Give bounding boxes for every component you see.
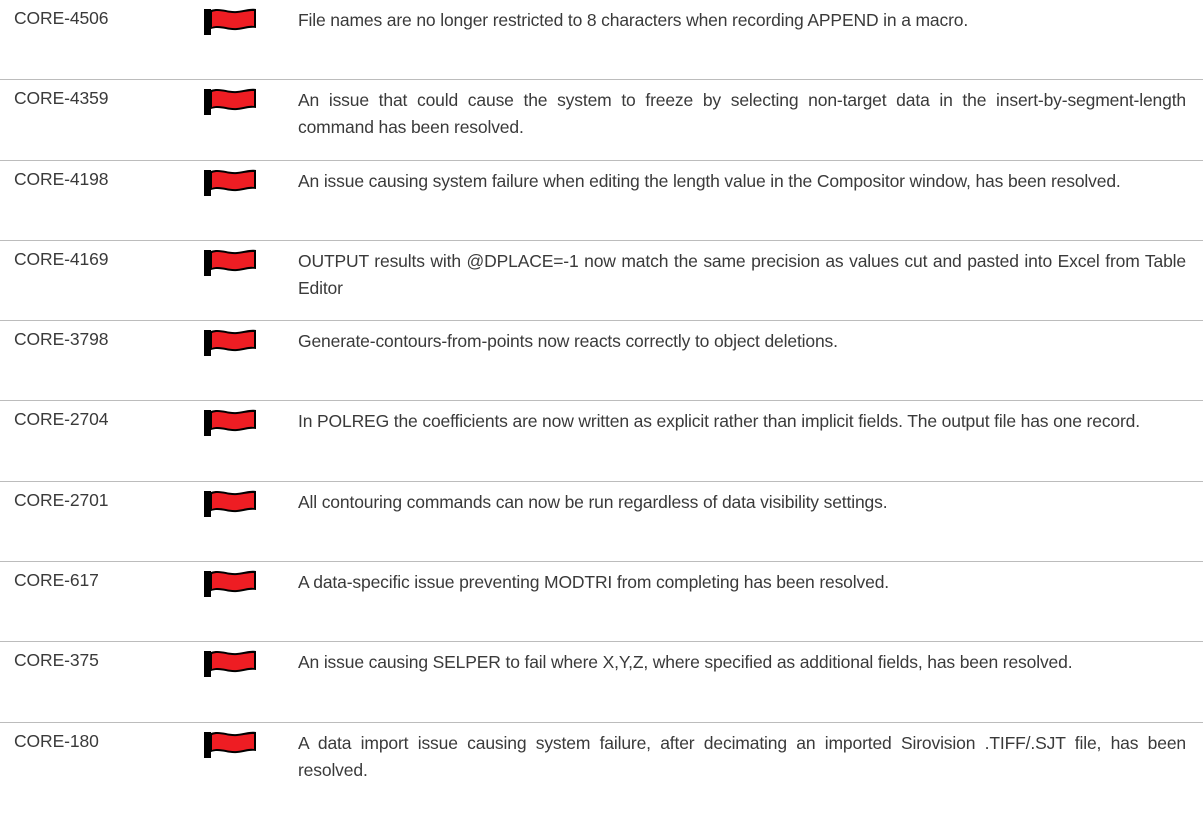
red-flag-icon <box>202 409 258 437</box>
table-row: CORE-4169 OUTPUT results with @DPLACE=-1… <box>0 241 1203 322</box>
table-row: CORE-2704 In POLREG the coefficients are… <box>0 401 1203 482</box>
table-row: CORE-3798 Generate-contours-from-points … <box>0 321 1203 402</box>
red-flag-icon <box>202 88 258 116</box>
issue-description: OUTPUT results with @DPLACE=-1 now match… <box>298 250 1186 298</box>
table-row: CORE-617 A data-specific issue preventin… <box>0 562 1203 643</box>
issue-description: Generate-contours-from-points now reacts… <box>298 331 838 352</box>
issue-id: CORE-4169 <box>14 248 109 269</box>
issue-description: An issue causing SELPER to fail where X,… <box>298 652 1073 673</box>
red-flag-icon <box>202 8 258 36</box>
red-flag-icon <box>202 650 258 678</box>
issue-description: An issue that could cause the system to … <box>298 90 1186 138</box>
issue-id: CORE-4359 <box>14 88 109 109</box>
red-flag-icon <box>202 731 258 759</box>
issue-description: In POLREG the coefficients are now writt… <box>298 411 1140 432</box>
table-row: CORE-4359 An issue that could cause the … <box>0 80 1203 161</box>
red-flag-icon <box>202 329 258 357</box>
issue-id: CORE-180 <box>14 730 99 751</box>
issue-description: A data-specific issue preventing MODTRI … <box>298 572 889 593</box>
issue-id: CORE-4506 <box>14 8 109 28</box>
issues-table: CORE-4506 File names are no longer restr… <box>0 0 1203 803</box>
table-row: CORE-4506 File names are no longer restr… <box>0 0 1203 81</box>
table-row: CORE-4198 An issue causing system failur… <box>0 161 1203 241</box>
issue-id: CORE-3798 <box>14 329 109 350</box>
table-row: CORE-180 A data import issue causing sys… <box>0 723 1203 803</box>
issue-description: File names are no longer restricted to 8… <box>298 10 969 30</box>
issue-id: CORE-617 <box>14 570 99 591</box>
red-flag-icon <box>202 169 258 197</box>
issue-id: CORE-2701 <box>14 489 109 510</box>
issue-description: A data import issue causing system failu… <box>298 732 1186 780</box>
red-flag-icon <box>202 490 258 518</box>
issue-id: CORE-2704 <box>14 409 109 430</box>
red-flag-icon <box>202 570 258 598</box>
red-flag-icon <box>202 249 258 277</box>
table-row: CORE-375 An issue causing SELPER to fail… <box>0 642 1203 723</box>
issue-description: All contouring commands can now be run r… <box>298 491 888 512</box>
table-row: CORE-2701 All contouring commands can no… <box>0 482 1203 563</box>
issue-id: CORE-375 <box>14 650 99 671</box>
issue-description: An issue causing system failure when edi… <box>298 170 1121 191</box>
issue-id: CORE-4198 <box>14 168 109 189</box>
